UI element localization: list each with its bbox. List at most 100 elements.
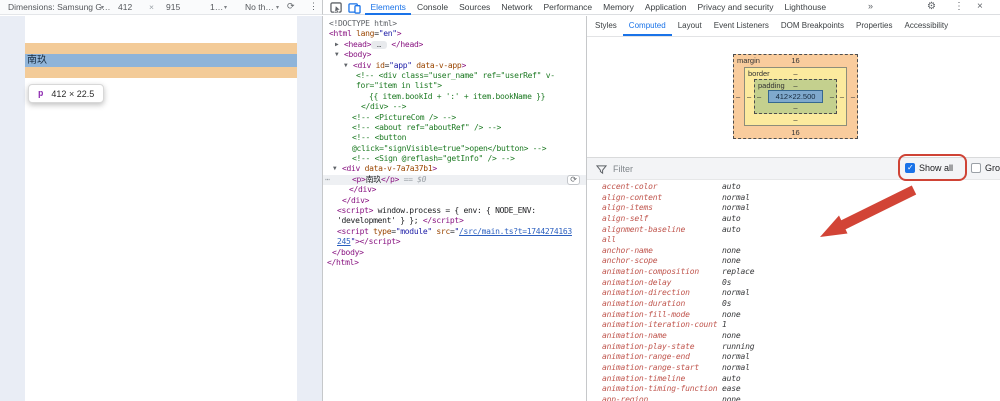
computed-property-row[interactable]: animation-fill-modenone (587, 310, 1000, 321)
tab-lighthouse[interactable]: Lighthouse (779, 0, 832, 15)
computed-property-row[interactable]: animation-directionnormal (587, 288, 1000, 299)
computed-property-row[interactable]: align-itemsnormal (587, 203, 1000, 214)
more-tabs-icon[interactable]: » (868, 1, 873, 11)
inspected-element[interactable]: 南玖 (25, 54, 297, 67)
code-line[interactable]: </div> (323, 196, 586, 206)
code-line[interactable]: </html> (323, 258, 586, 268)
code-line[interactable]: <html lang="en"> (323, 29, 586, 39)
computed-property-row[interactable]: animation-timelineauto (587, 374, 1000, 385)
tab-elements[interactable]: Elements (365, 0, 411, 15)
sidebar-tab-event-listeners[interactable]: Event Listeners (708, 16, 775, 36)
code-line[interactable]: </div> --> (323, 102, 586, 112)
computed-property-row[interactable]: animation-namenone (587, 331, 1000, 342)
box-model-border[interactable]: border ‒ ‒ ‒ ‒ padding ‒ ‒ ‒ ‒ 412×22.50… (744, 67, 847, 126)
code-line[interactable]: 245"></script> (323, 237, 586, 247)
tab-memory[interactable]: Memory (598, 0, 640, 15)
code-line[interactable]: <script type="module" src="/src/main.ts?… (323, 227, 586, 237)
sidebar-tab-computed[interactable]: Computed (623, 16, 672, 36)
tab-network[interactable]: Network (496, 0, 538, 15)
show-all-checkbox[interactable] (905, 163, 915, 173)
tab-console[interactable]: Console (411, 0, 453, 15)
code-line[interactable]: <!-- <PictureCom /> --> (323, 113, 586, 123)
computed-property-row[interactable]: animation-range-startnormal (587, 363, 1000, 374)
computed-property-row[interactable]: all (587, 235, 1000, 246)
sidebar-tab-layout[interactable]: Layout (672, 16, 708, 36)
computed-property-row[interactable]: animation-duration0s (587, 299, 1000, 310)
twisty-icon[interactable]: ▶ (335, 40, 344, 50)
box-model-margin[interactable]: margin 16 16 ‒ ‒ border ‒ ‒ ‒ ‒ padding … (733, 54, 858, 139)
computed-property-row[interactable]: animation-range-endnormal (587, 352, 1000, 363)
twisty-icon[interactable]: ▼ (335, 50, 344, 60)
computed-property-row[interactable]: animation-delay0s (587, 278, 1000, 289)
computed-property-row[interactable]: align-selfauto (587, 214, 1000, 225)
computed-property-row[interactable]: animation-play-staterunning (587, 342, 1000, 353)
code-line[interactable]: <!-- <Sign @reflash="getInfo" /> --> (323, 154, 586, 164)
border-bottom-value[interactable]: ‒ (745, 115, 846, 124)
inspect-element-icon[interactable] (330, 2, 343, 14)
device-dimensions-select[interactable]: Dimensions: Samsung G… (8, 2, 111, 12)
computed-property-row[interactable]: animation-iteration-count1 (587, 320, 1000, 331)
close-devtools-icon[interactable]: × (977, 1, 983, 12)
page-viewport[interactable]: 南玖 (25, 16, 297, 401)
box-model-padding[interactable]: padding ‒ ‒ ‒ ‒ 412×22.500 (754, 79, 837, 114)
sidebar-tab-accessibility[interactable]: Accessibility (899, 16, 955, 36)
viewport-height-field[interactable]: 915 (166, 2, 180, 12)
border-left-value[interactable]: ‒ (747, 92, 751, 101)
settings-gear-icon[interactable]: ⚙ (927, 1, 936, 12)
tab-performance[interactable]: Performance (538, 0, 598, 15)
throttling-select[interactable]: No th… (245, 2, 274, 12)
margin-left-value[interactable]: ‒ (736, 92, 740, 101)
border-top-value[interactable]: ‒ (745, 69, 846, 78)
code-line[interactable]: <script> window.process = { env: { NODE_… (323, 206, 586, 216)
scroll-into-view-icon[interactable]: ⟳ (567, 175, 580, 185)
code-line[interactable]: for="item in list"> (323, 81, 586, 91)
viewport-width-field[interactable]: 412 (118, 2, 132, 12)
border-right-value[interactable]: ‒ (840, 92, 844, 101)
computed-property-row[interactable]: anchor-namenone (587, 246, 1000, 257)
twisty-icon[interactable]: ▼ (333, 164, 342, 174)
margin-top-value[interactable]: 16 (734, 56, 857, 65)
padding-left-value[interactable]: ‒ (757, 92, 761, 101)
group-toggle[interactable]: Group (971, 163, 1000, 173)
computed-property-row[interactable]: app-regionnone (587, 395, 1000, 401)
sidebar-tab-styles[interactable]: Styles (589, 16, 623, 36)
computed-property-row[interactable]: animation-compositionreplace (587, 267, 1000, 278)
source-link[interactable]: 245 (337, 237, 351, 246)
tab-application[interactable]: Application (639, 0, 692, 15)
computed-property-row[interactable]: anchor-scopenone (587, 256, 1000, 267)
sidebar-tab-dom-breakpoints[interactable]: DOM Breakpoints (775, 16, 850, 36)
sidebar-tab-properties[interactable]: Properties (850, 16, 898, 36)
code-line[interactable]: <!-- <button (323, 133, 586, 143)
rotate-device-icon[interactable]: ⟳ (287, 1, 295, 12)
code-line[interactable]: 'development' } }; </script> (323, 216, 586, 226)
computed-property-row[interactable]: accent-colorauto (587, 182, 1000, 193)
margin-right-value[interactable]: ‒ (851, 92, 855, 101)
code-line[interactable]: ▼<body> (323, 50, 586, 60)
tab-privacy-and-security[interactable]: Privacy and security (692, 0, 779, 15)
kebab-menu-icon[interactable]: ⋮ (309, 1, 318, 12)
computed-property-row[interactable]: alignment-baselineauto (587, 225, 1000, 236)
code-line[interactable]: </body> (323, 248, 586, 258)
margin-bottom-value[interactable]: 16 (734, 128, 857, 137)
twisty-icon[interactable]: ▼ (344, 61, 353, 71)
padding-bottom-value[interactable]: ‒ (755, 103, 836, 112)
tab-sources[interactable]: Sources (454, 0, 496, 15)
computed-property-row[interactable]: animation-timing-functionease (587, 384, 1000, 395)
devtools-menu-icon[interactable]: ⋮ (954, 1, 964, 12)
code-line[interactable]: <!-- <div class="user_name" ref="userRef… (323, 71, 586, 81)
code-line[interactable]: ▶<head> … </head> (323, 40, 586, 50)
padding-top-value[interactable]: ‒ (755, 81, 836, 90)
show-all-toggle[interactable]: Show all (905, 163, 953, 173)
code-line[interactable]: <!DOCTYPE html> (323, 19, 586, 29)
computed-property-row[interactable]: align-contentnormal (587, 193, 1000, 204)
code-line[interactable]: {{ item.bookId + ':' + item.bookName }} (323, 92, 586, 102)
code-line[interactable]: ▼<div id="app" data-v-app> (323, 61, 586, 71)
source-link[interactable]: /src/main.ts?t=1744274163 (459, 227, 572, 236)
toggle-device-toolbar-icon[interactable] (348, 2, 361, 14)
code-line[interactable]: ▼<div data-v-7a7a37b1> (323, 164, 586, 174)
code-line[interactable]: <!-- <about ref="aboutRef" /> --> (323, 123, 586, 133)
zoom-select[interactable]: 1… (210, 2, 223, 12)
group-checkbox[interactable] (971, 163, 981, 173)
code-line-selected[interactable]: ⋯<p>南玖</p> == $0⟳ (323, 175, 586, 185)
code-line[interactable]: @click="signVisible=true">open</button> … (323, 144, 586, 154)
